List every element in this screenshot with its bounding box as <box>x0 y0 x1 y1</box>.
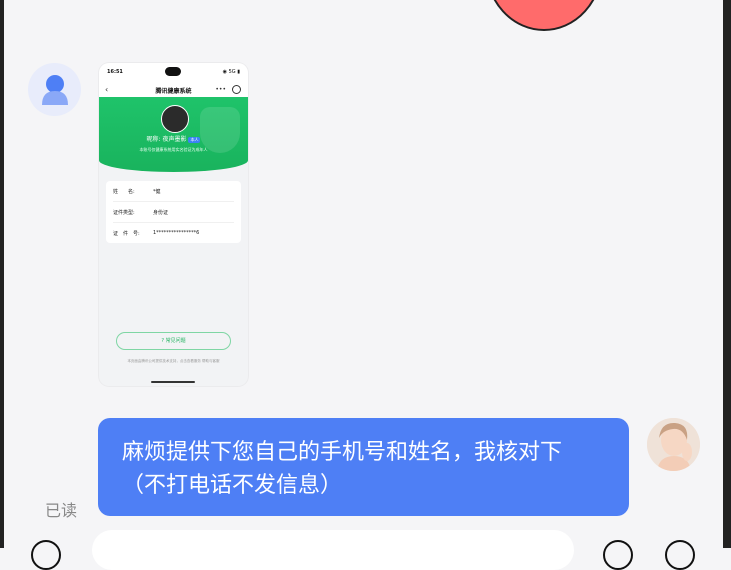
identity-row-number: 证 件 号: 1****************6 <box>113 223 234 243</box>
add-button[interactable] <box>665 540 695 570</box>
row-label: 证 件 号: <box>113 231 140 237</box>
profile-avatar <box>161 105 189 133</box>
dynamic-island <box>165 67 181 76</box>
more-icon: ••• <box>215 86 226 93</box>
window-edge-right <box>723 0 731 548</box>
identity-row-name: 姓 名: *健 <box>113 181 234 202</box>
row-label: 证件类型: <box>113 210 135 216</box>
person-icon <box>41 74 68 105</box>
row-value: 身份证 <box>153 210 169 216</box>
user-photo <box>647 418 700 471</box>
status-time: 16:51 <box>107 69 123 75</box>
profile-hero: 昵称: 夜声墨影 本人 本账号仅健康系统用实名验证为成年人 <box>99 97 248 172</box>
user-avatar[interactable] <box>647 418 700 471</box>
identity-card: 姓 名: *健 证件类型: 身份证 证 件 号: 1**************… <box>106 181 241 243</box>
row-value: *健 <box>153 189 161 195</box>
emoji-button[interactable] <box>603 540 633 570</box>
row-value: 1****************6 <box>153 230 200 236</box>
nickname: 昵称: 夜声墨影 <box>146 136 187 143</box>
phone-status-bar: 16:51 ◉ 5G ▮ <box>99 63 248 83</box>
close-icon <box>232 85 241 94</box>
voice-button[interactable] <box>31 540 61 570</box>
home-indicator <box>151 381 195 383</box>
agent-avatar[interactable] <box>28 63 81 116</box>
phone-footer-text: 本页面由腾讯公司提供技术支持，点击查看服务 帮助与客服 <box>127 359 220 363</box>
message-bubble[interactable]: 麻烦提供下您自己的手机号和姓名，我核对下（不打电话不发信息） <box>98 418 629 516</box>
window-edge-left <box>0 0 4 548</box>
identity-row-type: 证件类型: 身份证 <box>113 202 234 223</box>
verification-hint: 本账号仅健康系统用实名验证为成年人 <box>139 147 208 152</box>
status-icons: ◉ 5G ▮ <box>222 69 240 75</box>
message-input[interactable] <box>92 530 574 570</box>
nickname-tag: 本人 <box>188 137 201 143</box>
nickname-line: 昵称: 夜声墨影 本人 <box>99 134 248 143</box>
message-text: 麻烦提供下您自己的手机号和姓名，我核对下（不打电话不发信息） <box>122 440 563 498</box>
faq-button: ? 常见问题 <box>116 332 231 350</box>
shared-screenshot[interactable]: 16:51 ◉ 5G ▮ ‹ 腾讯健康系统 ••• 昵称: 夜声墨影 本人 本账号… <box>99 63 248 386</box>
row-label: 姓 名: <box>113 189 135 195</box>
read-status: 已读 <box>45 501 78 520</box>
sticker-image[interactable] <box>440 0 610 35</box>
